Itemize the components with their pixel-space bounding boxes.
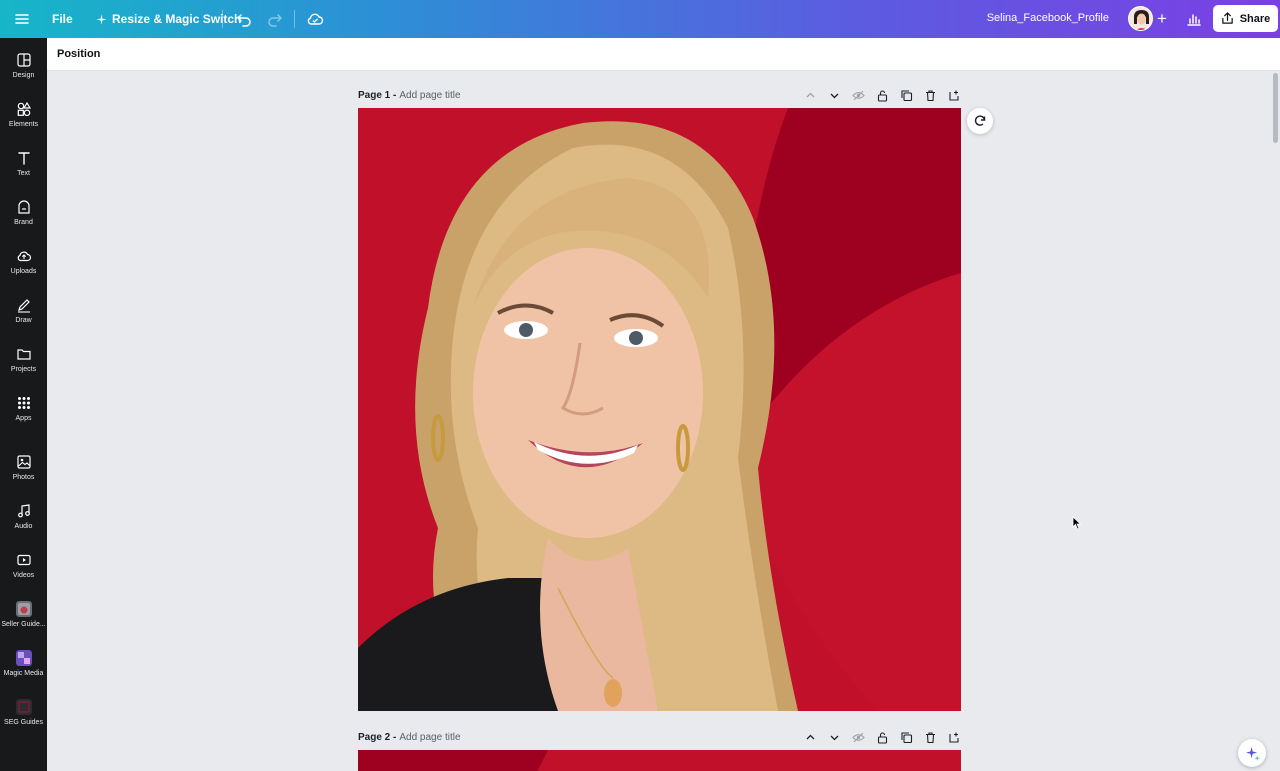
hide-page-icon[interactable] [850, 729, 866, 745]
sidebar-item-brand[interactable]: Brand [0, 195, 47, 241]
lock-page-icon[interactable] [874, 729, 890, 745]
share-icon [1221, 12, 1234, 25]
page-1-header: Page 1 - Add page title [358, 85, 962, 105]
sidebar-item-label: Photos [12, 474, 35, 481]
apps-icon [17, 397, 30, 409]
design-icon [16, 53, 31, 67]
seller-guide-app-icon [15, 601, 32, 617]
page-2-tools [802, 729, 962, 745]
toolbar-divider [294, 10, 295, 28]
sidebar-item-label: Uploads [10, 268, 37, 275]
redo-icon[interactable] [265, 9, 285, 29]
sidebar-item-audio[interactable]: Audio [0, 499, 47, 545]
sidebar-item-text[interactable]: Text [0, 146, 47, 192]
move-page-down-icon[interactable] [826, 87, 842, 103]
hide-page-icon[interactable] [850, 87, 866, 103]
sidebar-item-magic-media[interactable]: Magic Media [0, 646, 47, 692]
duplicate-page-icon[interactable] [898, 87, 914, 103]
sidebar-item-draw[interactable]: Draw [0, 293, 47, 339]
seg-guides-app-icon [15, 699, 32, 715]
sidebar-item-label: Design [12, 72, 35, 79]
duplicate-page-icon[interactable] [898, 729, 914, 745]
elements-icon [17, 101, 31, 117]
sidebar-item-label: Videos [12, 572, 35, 579]
canvas-area[interactable]: Page 1 - Add page title Page 2 - Add pag… [47, 71, 1280, 771]
profile-photo[interactable] [358, 108, 961, 711]
videos-icon [16, 554, 31, 566]
magic-sparkle-icon [1245, 746, 1260, 761]
regenerate-button[interactable] [967, 108, 993, 134]
sidebar-item-label: Draw [15, 317, 32, 324]
sidebar-item-uploads[interactable]: Uploads [0, 244, 47, 290]
position-button[interactable]: Position [57, 48, 100, 60]
text-icon [17, 152, 30, 165]
page-1-canvas[interactable] [358, 108, 961, 711]
sidebar-item-label: Brand [14, 219, 33, 226]
sidebar-item-label: Apps [15, 415, 32, 422]
cloud-saved-icon[interactable] [305, 9, 325, 29]
page-2-title-input[interactable]: Add page title [399, 732, 460, 743]
resize-magic-switch-button[interactable]: Resize & Magic Switch [88, 4, 249, 34]
page-2-canvas[interactable] [358, 750, 961, 771]
sidebar-item-label: SEG Guides [4, 719, 43, 726]
mouse-cursor-icon [1072, 516, 1082, 530]
toolbar-divider [222, 10, 223, 28]
lock-page-icon[interactable] [874, 87, 890, 103]
sidebar-item-design[interactable]: Design [0, 48, 47, 94]
top-bar: File Resize & Magic Switch Selina_Facebo… [0, 0, 1280, 38]
share-label: Share [1239, 12, 1271, 25]
left-sidebar: Design Elements Text Brand Uploads Draw … [0, 38, 47, 771]
user-avatar[interactable] [1128, 6, 1153, 31]
sidebar-item-apps[interactable]: Apps [0, 391, 47, 437]
undo-icon[interactable] [234, 9, 254, 29]
sidebar-item-label: Magic Media [3, 670, 44, 677]
page-2-header: Page 2 - Add page title [358, 727, 962, 747]
page-1-tools [802, 87, 962, 103]
brand-icon [17, 200, 30, 214]
delete-page-icon[interactable] [922, 729, 938, 745]
sidebar-item-videos[interactable]: Videos [0, 548, 47, 594]
share-button[interactable]: Share [1213, 5, 1278, 32]
page-2-name: Page 2 - [358, 731, 397, 743]
menu-icon[interactable] [12, 9, 32, 29]
audio-icon [17, 504, 30, 518]
magic-assistant-button[interactable] [1238, 739, 1266, 767]
sidebar-item-photos[interactable]: Photos [0, 450, 47, 496]
sidebar-item-projects[interactable]: Projects [0, 342, 47, 388]
sparkle-icon [96, 13, 107, 25]
projects-icon [16, 349, 31, 360]
add-page-icon[interactable] [946, 729, 962, 745]
add-page-icon[interactable] [946, 87, 962, 103]
insights-chart-icon[interactable] [1184, 9, 1204, 29]
page-1-title-input[interactable]: Add page title [399, 90, 460, 101]
file-menu-label: File [52, 12, 73, 26]
file-menu-button[interactable]: File [44, 4, 81, 34]
context-toolbar: Position [47, 38, 1280, 71]
vertical-scrollbar[interactable] [1273, 73, 1278, 143]
move-page-up-icon[interactable] [802, 87, 818, 103]
sidebar-item-seg-guides[interactable]: SEG Guides [0, 695, 47, 741]
refresh-icon [974, 115, 986, 126]
draw-icon [17, 299, 30, 313]
delete-page-icon[interactable] [922, 87, 938, 103]
magic-media-app-icon [15, 650, 32, 666]
uploads-icon [17, 251, 31, 262]
sidebar-item-label: Text [17, 170, 30, 177]
photos-icon [16, 455, 31, 469]
move-page-up-icon[interactable] [802, 729, 818, 745]
document-title[interactable]: Selina_Facebook_Profile [987, 12, 1109, 24]
sidebar-item-seller-guide[interactable]: Seller Guide... [0, 597, 47, 643]
sidebar-item-elements[interactable]: Elements [0, 97, 47, 143]
sidebar-item-label: Seller Guide... [1, 621, 46, 628]
page-2-background [358, 750, 961, 771]
move-page-down-icon[interactable] [826, 729, 842, 745]
sidebar-item-label: Elements [8, 121, 39, 128]
sidebar-item-label: Audio [14, 523, 33, 530]
add-collaborator-icon[interactable]: + [1154, 9, 1170, 29]
sidebar-item-label: Projects [10, 366, 37, 373]
page-1-name: Page 1 - [358, 89, 397, 101]
